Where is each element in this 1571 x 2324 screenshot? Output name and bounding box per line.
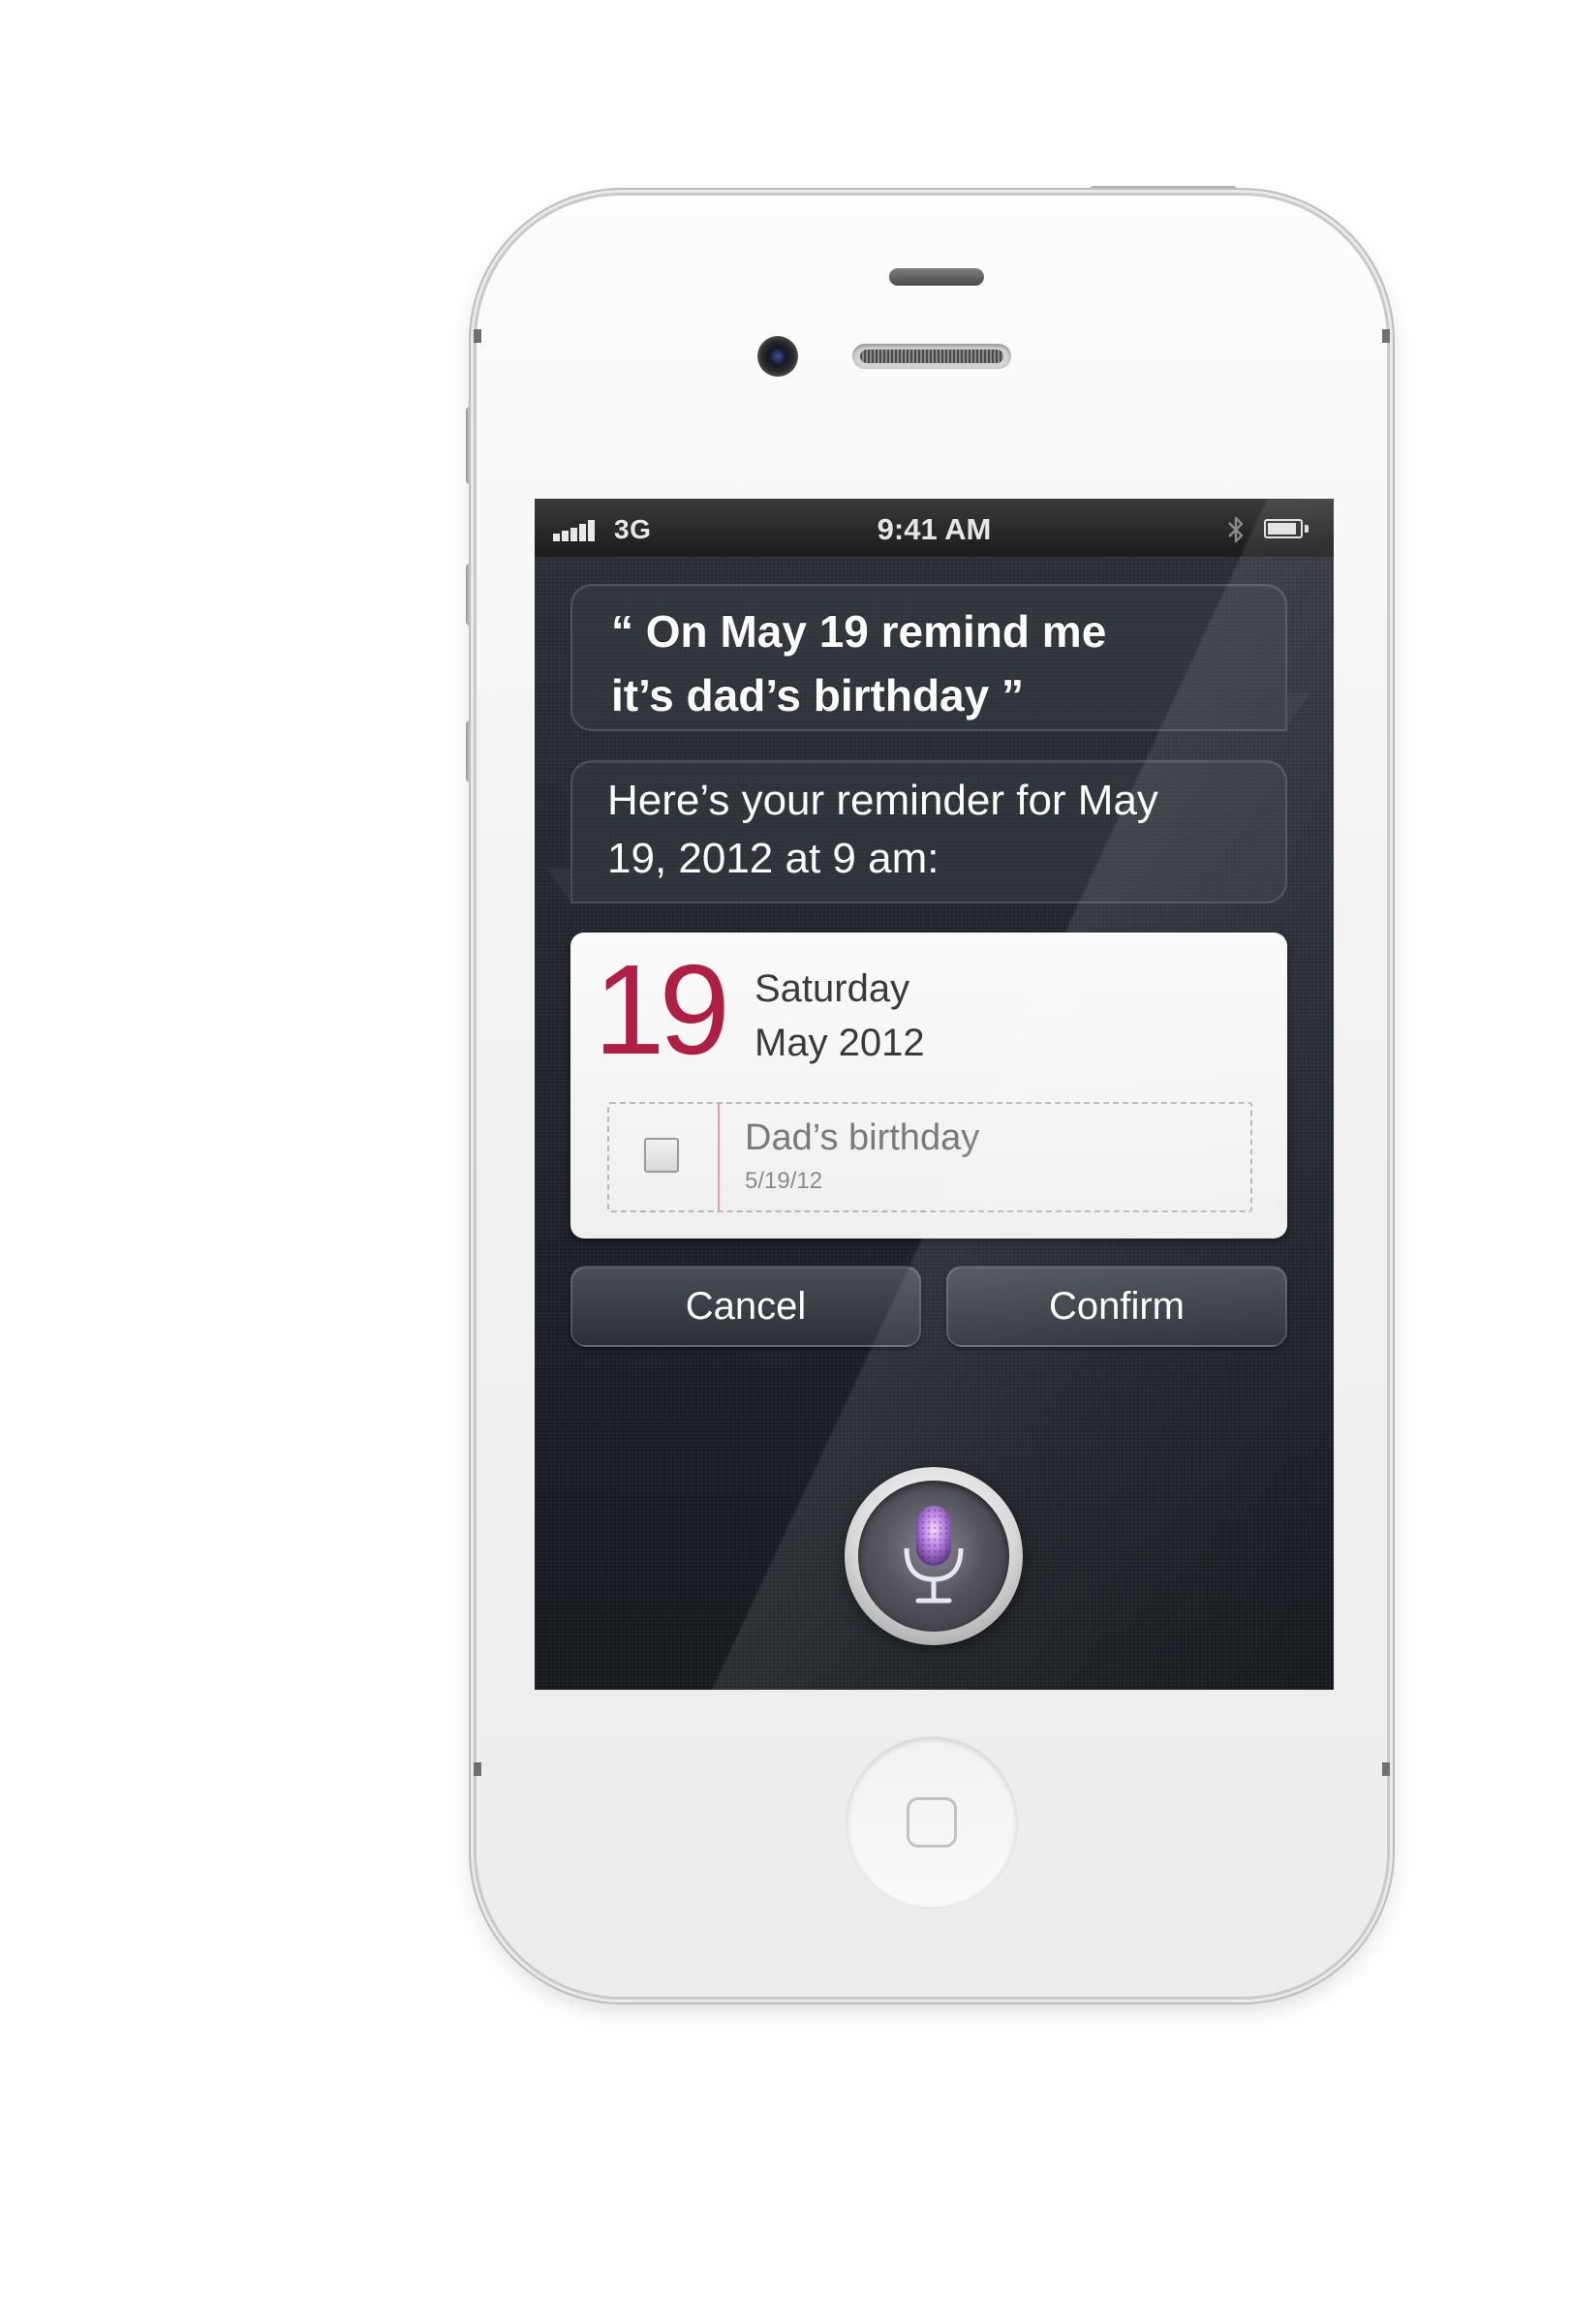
antenna-band-right	[1382, 329, 1390, 343]
volume-down-button[interactable]	[466, 720, 475, 782]
ring-silent-switch[interactable]	[466, 407, 475, 484]
battery-icon	[1264, 519, 1303, 538]
proximity-sensor	[889, 268, 984, 286]
volume-up-button[interactable]	[466, 564, 475, 626]
front-camera-icon	[757, 336, 798, 377]
antenna-band-right-bottom	[1382, 1762, 1390, 1776]
battery-tip	[1305, 525, 1309, 533]
user-speech-bubble: “ On May 19 remind me it’s dad’s birthda…	[570, 584, 1287, 731]
sleep-wake-button[interactable]	[1090, 186, 1237, 196]
screen: 3G 9:41 AM “ On May 19 remind me it’s da…	[535, 499, 1334, 1690]
reminder-date: 5/19/12	[745, 1168, 823, 1194]
status-bar: 3G 9:41 AM	[535, 499, 1334, 557]
cancel-button[interactable]: Cancel	[570, 1266, 921, 1347]
speaker-grille	[860, 350, 1003, 363]
bluetooth-icon	[1228, 516, 1244, 543]
microphone-icon	[904, 1506, 964, 1604]
reminder-card[interactable]: 19 Saturday May 2012 Dad’s birthday 5/19…	[570, 933, 1287, 1238]
confirm-button[interactable]: Confirm	[946, 1266, 1287, 1347]
mic-button-inner	[858, 1481, 1009, 1632]
antenna-band-left	[474, 329, 481, 343]
siri-mic-button[interactable]	[845, 1467, 1023, 1645]
home-button[interactable]	[847, 1737, 1017, 1908]
reminder-month-year: May 2012	[755, 1022, 925, 1064]
reminder-day-number: 19	[594, 938, 730, 1081]
status-time: 9:41 AM	[877, 512, 992, 546]
home-square-icon	[907, 1797, 957, 1848]
user-bubble-tail	[1284, 692, 1311, 729]
reminder-item[interactable]: Dad’s birthday 5/19/12	[607, 1102, 1252, 1212]
user-utterance: “ On May 19 remind me it’s dad’s birthda…	[611, 606, 1107, 720]
siri-bubble-tail	[546, 869, 571, 903]
reminder-margin-line	[718, 1104, 720, 1210]
siri-response-text: Here’s your reminder for May 19, 2012 at…	[607, 777, 1158, 882]
reminder-weekday: Saturday	[755, 967, 910, 1010]
siri-response-bubble: Here’s your reminder for May 19, 2012 at…	[570, 760, 1287, 903]
antenna-band-left-bottom	[474, 1762, 481, 1776]
reminder-title: Dad’s birthday	[745, 1117, 980, 1158]
reminder-checkbox[interactable]	[644, 1138, 679, 1173]
